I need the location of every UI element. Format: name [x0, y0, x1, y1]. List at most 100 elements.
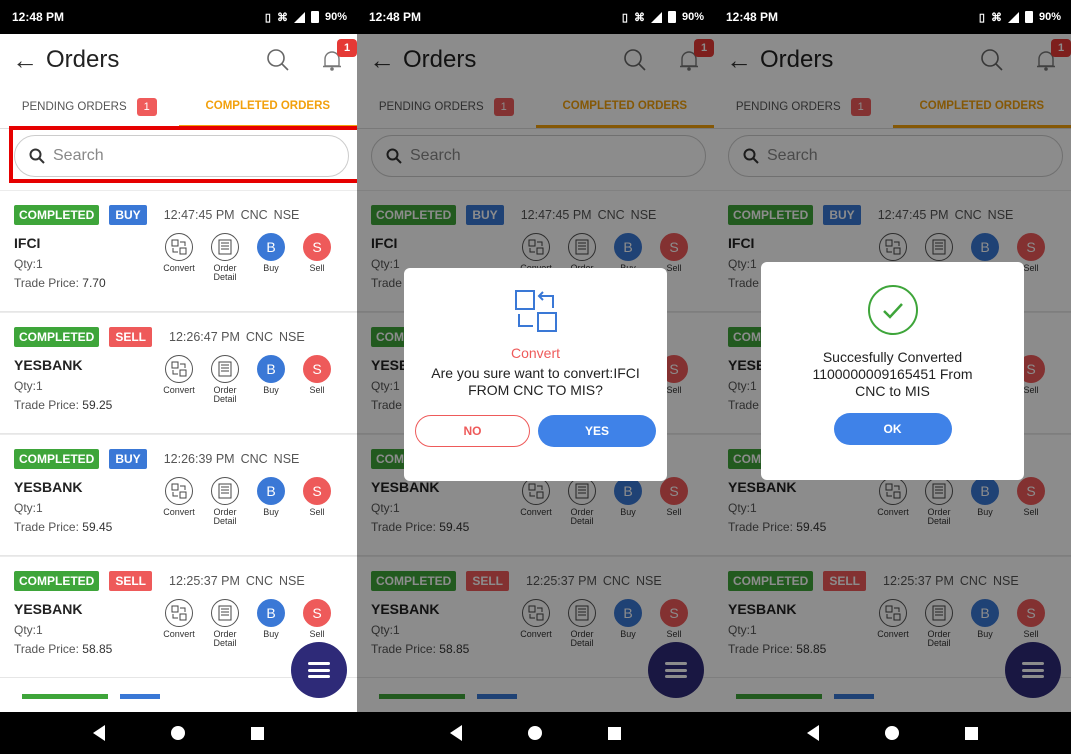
nav-recents-icon[interactable] [608, 726, 621, 740]
battery-icon [667, 11, 676, 23]
sell-icon: S [303, 355, 331, 383]
yes-button[interactable]: YES [538, 414, 656, 447]
buy-button[interactable]: B Buy [248, 599, 294, 649]
battery-icon [310, 11, 319, 23]
nav-recents-icon[interactable] [251, 726, 264, 740]
nav-back-icon[interactable] [807, 725, 819, 741]
vibrate-icon: ▯ [264, 11, 271, 24]
order-product: CNC [245, 330, 273, 344]
vibrate-icon: ▯ [621, 11, 628, 24]
battery-icon [1024, 11, 1033, 23]
convert-icon [165, 233, 193, 261]
order-product: CNC [240, 208, 268, 222]
battery-percent: 90% [681, 11, 704, 23]
vibrate-icon: ▯ [978, 11, 985, 24]
status-bar: 12:48 PM ▯ ⌘ 90% [714, 0, 1071, 34]
status-icons: ▯ ⌘ 90% [979, 11, 1061, 24]
convert-button[interactable]: Convert [156, 599, 202, 649]
success-dialog-message: Succesfully Converted 1100000009165451 F… [812, 349, 973, 399]
nav-back-icon[interactable] [450, 725, 462, 741]
order-card[interactable]: COMPLETED BUY 12:47:45 PM CNC NSE IFCI Q… [0, 190, 357, 312]
nav-home-icon[interactable] [885, 726, 899, 740]
order-time: 12:25:37 PM [169, 574, 240, 588]
sell-button[interactable]: S Sell [294, 477, 340, 527]
tab-completed-label: COMPLETED ORDERS [205, 99, 331, 112]
notification-bell-icon[interactable]: 1 [319, 39, 357, 73]
sell-label: Sell [309, 263, 325, 273]
menu-fab-button[interactable] [291, 642, 347, 698]
order-product: CNC [240, 452, 268, 466]
sell-label: Sell [309, 629, 325, 639]
convert-label: Convert [163, 507, 195, 517]
pending-count-badge: 1 [136, 98, 157, 116]
no-button[interactable]: NO [415, 414, 530, 447]
nav-back-icon[interactable] [93, 725, 105, 741]
sell-button[interactable]: S Sell [294, 355, 340, 405]
hotspot-icon: ⌘ [990, 11, 1002, 24]
signal-icon [1007, 11, 1019, 23]
page-title: Orders [46, 46, 120, 73]
nav-home-icon[interactable] [528, 726, 542, 740]
order-status-badge: COMPLETED [14, 449, 100, 469]
convert-label: Convert [163, 385, 195, 395]
order-status-badge: COMPLETED [14, 205, 100, 225]
order-detail-label: Order Detail [213, 263, 237, 283]
trade-price-value: 59.25 [82, 398, 113, 412]
tab-pending-orders[interactable]: PENDING ORDERS 1 [0, 86, 179, 128]
battery-percent: 90% [324, 11, 347, 23]
order-detail-button[interactable]: Order Detail [202, 233, 248, 283]
trade-price-label: Trade Price: [14, 398, 79, 412]
status-icons: ▯ ⌘ 90% [265, 11, 347, 24]
search-icon[interactable] [265, 47, 291, 73]
order-time: 12:47:45 PM [163, 208, 235, 222]
order-side-badge: SELL [109, 327, 153, 347]
convert-confirm-dialog: Convert Are you sure want to convert:IFCI… [404, 268, 667, 481]
back-arrow-icon[interactable]: ← [12, 47, 46, 73]
convert-button[interactable]: Convert [156, 233, 202, 283]
sell-button[interactable]: S Sell [294, 233, 340, 283]
order-detail-button[interactable]: Order Detail [202, 477, 248, 527]
trade-price-value: 59.45 [82, 520, 113, 534]
order-side-badge: SELL [109, 571, 153, 591]
android-nav-bar [357, 712, 714, 754]
buy-button[interactable]: B Buy [248, 355, 294, 405]
sell-label: Sell [309, 385, 325, 395]
trade-price-value: 58.85 [82, 642, 113, 656]
order-card[interactable]: COMPLETED SELL 12:26:47 PM CNC NSE YESBA… [0, 312, 357, 434]
order-time: 12:26:47 PM [169, 330, 240, 344]
convert-button[interactable]: Convert [156, 355, 202, 405]
screenshot-stage: 12:48 PM ▯ ⌘ 90% ← Orders 1 PENDING ORDE… [0, 0, 1071, 754]
order-actions: Convert Order Detail B Buy S Sell [156, 599, 340, 649]
order-detail-button[interactable]: Order Detail [202, 599, 248, 649]
order-exchange: NSE [273, 452, 300, 466]
order-actions: Convert Order Detail B Buy S Sell [156, 233, 340, 283]
buy-button[interactable]: B Buy [248, 477, 294, 527]
buy-icon: B [257, 355, 285, 383]
notification-badge: 1 [337, 39, 357, 57]
order-detail-button[interactable]: Order Detail [202, 355, 248, 405]
order-exchange: NSE [279, 574, 305, 588]
buy-label: Buy [263, 263, 279, 273]
sell-label: Sell [309, 507, 325, 517]
order-product: CNC [245, 574, 273, 588]
order-detail-label: Order Detail [213, 385, 237, 405]
nav-home-icon[interactable] [171, 726, 185, 740]
status-time: 12:48 PM [12, 10, 65, 24]
tab-completed-orders[interactable]: COMPLETED ORDERS [178, 86, 357, 128]
next-card-status-peek [22, 694, 108, 699]
ok-button[interactable]: OK [833, 413, 952, 446]
convert-label: Convert [163, 263, 195, 273]
orders-screen: 12:48 PM ▯ ⌘ 90% ← Orders 1 PENDING ORDE… [714, 0, 1071, 754]
search-highlight-box [9, 126, 357, 183]
status-time: 12:48 PM [726, 10, 779, 24]
status-icons: ▯ ⌘ 90% [622, 11, 704, 24]
convert-button[interactable]: Convert [156, 477, 202, 527]
buy-button[interactable]: B Buy [248, 233, 294, 283]
order-card[interactable]: COMPLETED BUY 12:26:39 PM CNC NSE YESBAN… [0, 434, 357, 556]
trade-price-label: Trade Price: [14, 642, 79, 656]
order-detail-icon [211, 477, 239, 505]
buy-icon: B [257, 477, 285, 505]
orders-screen: 12:48 PM ▯ ⌘ 90% ← Orders 1 PENDING ORDE… [0, 0, 357, 754]
order-detail-label: Order Detail [213, 629, 237, 649]
nav-recents-icon[interactable] [965, 726, 978, 740]
